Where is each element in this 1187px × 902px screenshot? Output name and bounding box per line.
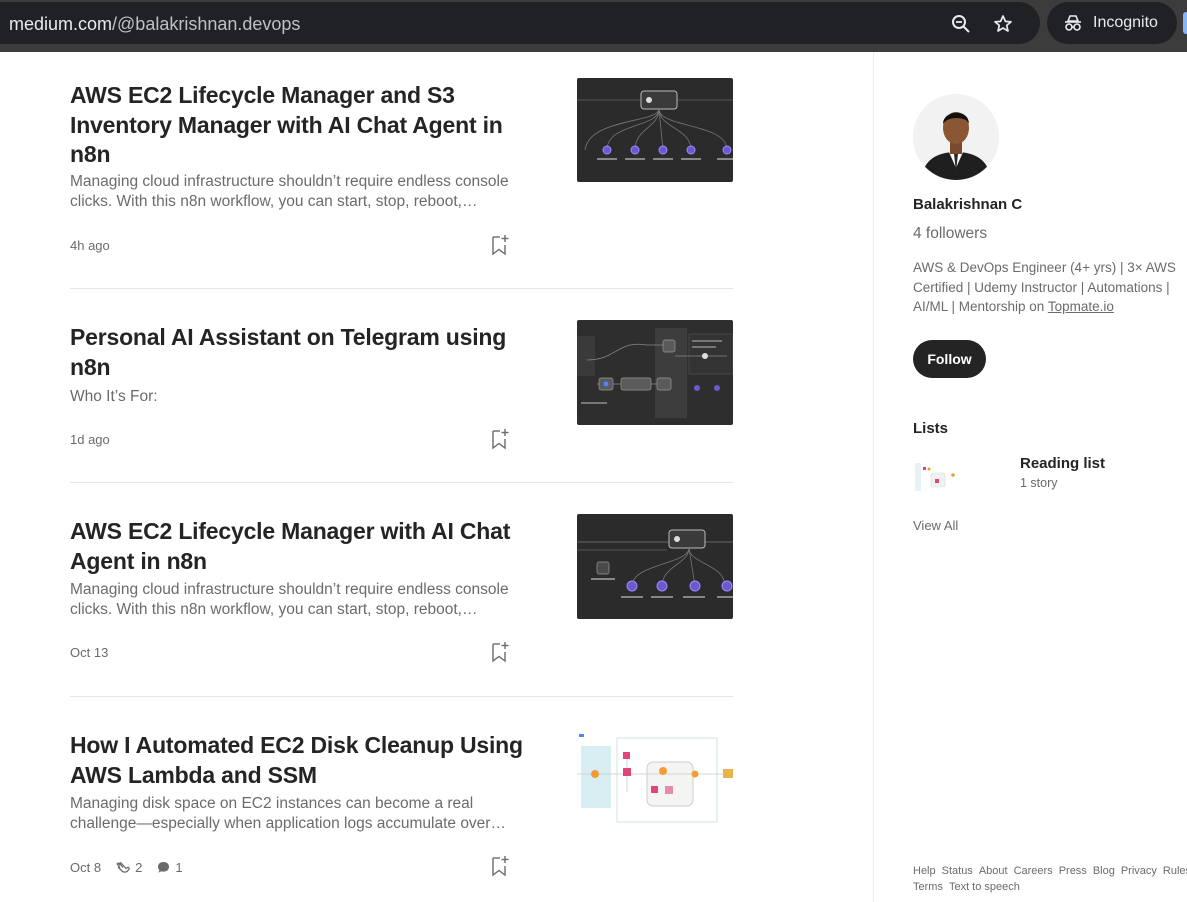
footer-link-help[interactable]: Help [913, 865, 936, 877]
post-divider [70, 288, 733, 289]
zoom-out-icon[interactable] [951, 14, 971, 34]
bookmark-add-icon[interactable] [490, 855, 510, 877]
clap-icon [116, 862, 130, 873]
post-title[interactable]: AWS EC2 Lifecycle Manager and S3 Invento… [70, 81, 530, 170]
footer-link-blog[interactable]: Blog [1093, 865, 1115, 877]
bio-text: AWS & DevOps Engineer (4+ yrs) | 3× AWS … [913, 260, 1176, 314]
bio-link[interactable]: Topmate.io [1048, 299, 1114, 314]
profile-photo [913, 94, 999, 180]
workflow-diagram-image [577, 78, 733, 182]
post-title[interactable]: Personal AI Assistant on Telegram using … [70, 323, 530, 382]
post-card[interactable]: How I Automated EC2 Disk Cleanup Using A… [70, 728, 733, 902]
footer-link-rules[interactable]: Rules [1163, 865, 1187, 877]
footer-link-press[interactable]: Press [1059, 865, 1087, 877]
lists-heading: Lists [913, 420, 949, 437]
url-host: medium.com [9, 14, 113, 34]
reading-list-name[interactable]: Reading list [1020, 455, 1105, 472]
post-meta: 4h ago [70, 238, 110, 253]
followers-count[interactable]: 4 followers [913, 225, 987, 243]
post-title[interactable]: AWS EC2 Lifecycle Manager with AI Chat A… [70, 517, 530, 576]
bookmark-add-icon[interactable] [490, 428, 510, 450]
bookmark-add-icon[interactable] [490, 234, 510, 256]
profile-bio: AWS & DevOps Engineer (4+ yrs) | 3× AWS … [913, 258, 1183, 317]
post-thumbnail[interactable] [577, 514, 733, 619]
post-date: Oct 8 [70, 859, 102, 875]
incognito-label: Incognito [1093, 14, 1158, 31]
clap-count-value: 2 [135, 859, 143, 875]
post-excerpt[interactable]: Managing cloud infrastructure shouldn’t … [70, 172, 530, 212]
post-title[interactable]: How I Automated EC2 Disk Cleanup Using A… [70, 731, 530, 790]
workflow-diagram-image [577, 514, 733, 619]
footer-link-careers[interactable]: Careers [1014, 865, 1053, 877]
post-meta: Oct 8 2 1 [70, 859, 183, 875]
post-date: 4h ago [70, 238, 110, 253]
post-thumbnail[interactable] [577, 78, 733, 182]
bookmark-add-icon[interactable] [490, 641, 510, 663]
footer-links: Help Status About Careers Press Blog Privacy Ru… [913, 863, 1187, 895]
footer-link-about[interactable]: About [979, 865, 1008, 877]
avatar[interactable] [913, 94, 999, 180]
sidebar-divider [873, 52, 874, 902]
star-icon[interactable] [993, 14, 1013, 34]
workflow-diagram-image [577, 320, 733, 425]
post-card[interactable]: Personal AI Assistant on Telegram using … [70, 320, 733, 500]
post-excerpt[interactable]: Who It’s For: [70, 387, 530, 407]
profile-name[interactable]: Balakrishnan C [913, 196, 1022, 213]
clap-count[interactable]: 2 [115, 859, 142, 875]
url-path: /@balakrishnan.devops [112, 14, 301, 34]
post-excerpt[interactable]: Managing disk space on EC2 instances can… [70, 794, 530, 834]
profile-sidebar: Balakrishnan C 4 followers AWS & DevOps … [913, 52, 1187, 902]
post-thumbnail[interactable] [577, 732, 733, 832]
response-count-value: 1 [175, 859, 183, 875]
footer-link-status[interactable]: Status [942, 865, 973, 877]
post-excerpt[interactable]: Managing cloud infrastructure shouldn’t … [70, 580, 530, 620]
response-count[interactable]: 1 [156, 859, 183, 875]
post-date: 1d ago [70, 432, 110, 447]
browser-toolbar: medium.com/@balakrishnan.devops Incognit… [0, 0, 1187, 52]
post-divider [70, 696, 733, 697]
post-date: Oct 13 [70, 645, 109, 660]
profile-edge [1183, 12, 1187, 34]
post-meta: 1d ago [70, 432, 110, 447]
reading-list-thumbnail[interactable] [913, 457, 961, 499]
footer-link-privacy[interactable]: Privacy [1121, 865, 1157, 877]
architecture-diagram-image [577, 732, 733, 832]
reading-list-count: 1 story [1020, 476, 1058, 490]
follow-button[interactable]: Follow [913, 340, 986, 378]
incognito-icon [1065, 15, 1081, 31]
post-thumbnail[interactable] [577, 320, 733, 425]
post-card[interactable]: AWS EC2 Lifecycle Manager and S3 Invento… [70, 78, 733, 288]
footer-link-text-to-speech[interactable]: Text to speech [949, 881, 1020, 893]
post-divider [70, 482, 733, 483]
post-card[interactable]: AWS EC2 Lifecycle Manager with AI Chat A… [70, 514, 733, 724]
reading-list-preview-image [913, 457, 961, 499]
post-meta: Oct 13 [70, 645, 108, 660]
view-all-lists-link[interactable]: View All [913, 518, 958, 533]
footer-link-terms[interactable]: Terms [913, 881, 943, 893]
response-icon [158, 861, 170, 873]
address-bar[interactable]: medium.com/@balakrishnan.devops [0, 2, 1040, 44]
incognito-button[interactable]: Incognito [1047, 2, 1177, 44]
url-text[interactable]: medium.com/@balakrishnan.devops [9, 14, 300, 35]
